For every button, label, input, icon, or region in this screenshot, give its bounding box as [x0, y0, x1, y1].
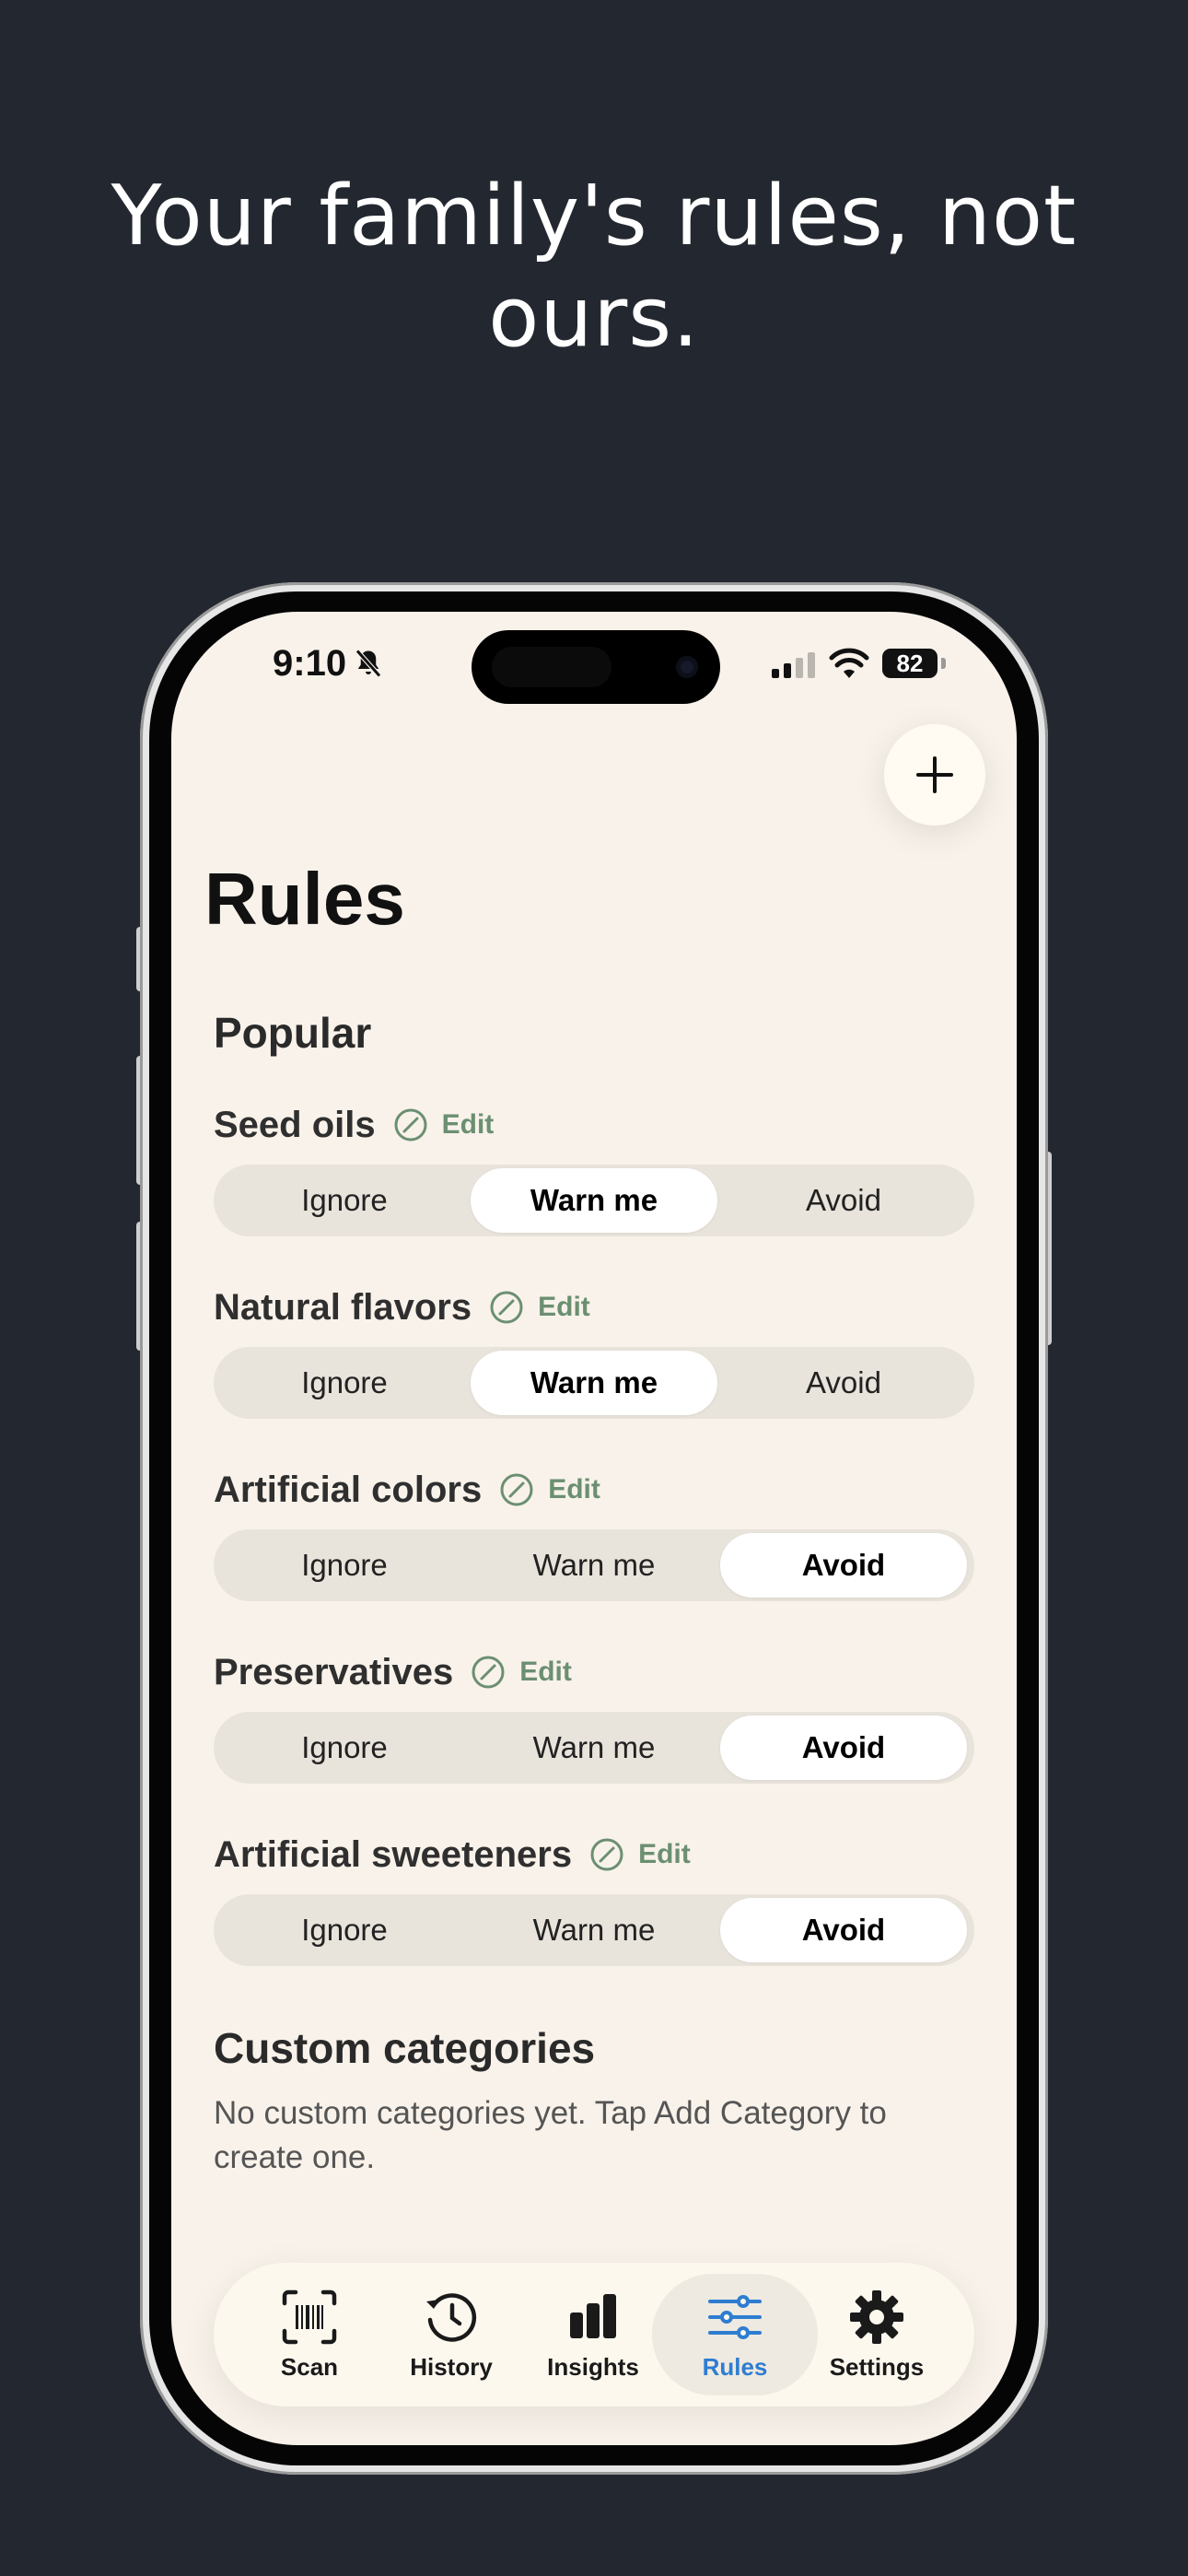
page-title: Rules — [204, 858, 405, 940]
cellular-signal-icon — [772, 652, 815, 678]
edit-icon[interactable] — [498, 1471, 535, 1508]
add-category-button[interactable] — [884, 724, 985, 825]
option-ignore[interactable]: Ignore — [221, 1533, 468, 1598]
option-avoid[interactable]: Avoid — [720, 1351, 967, 1415]
custom-section-title: Custom categories — [214, 2024, 596, 2072]
battery-indicator: 82 — [882, 649, 938, 678]
rule-header: Preservatives Edit — [214, 1649, 572, 1695]
popular-section-title: Popular — [214, 1009, 372, 1057]
tab-rules[interactable]: Rules — [652, 2274, 818, 2395]
option-ignore[interactable]: Ignore — [221, 1898, 468, 1962]
tab-settings-label: Settings — [829, 2352, 925, 2381]
option-warn-me[interactable]: Warn me — [471, 1898, 717, 1962]
edit-link[interactable]: Edit — [442, 1109, 495, 1141]
option-warn-me[interactable]: Warn me — [471, 1168, 717, 1233]
bell-muted-icon — [355, 649, 381, 678]
rule-segmented-control: Ignore Warn me Avoid — [214, 1347, 974, 1419]
edit-icon[interactable] — [470, 1654, 507, 1691]
phone-screen: 9:10 82 Rules Popular Seed oils Edit Ignor… — [171, 612, 1017, 2445]
status-time: 9:10 — [273, 643, 347, 684]
dynamic-island — [472, 630, 720, 704]
rule-segmented-control: Ignore Warn me Avoid — [214, 1165, 974, 1236]
edit-icon[interactable] — [392, 1107, 429, 1143]
bar-chart-icon — [570, 2293, 616, 2338]
tab-scan[interactable]: Scan — [227, 2274, 392, 2395]
rule-header: Seed oils Edit — [214, 1102, 494, 1148]
tab-scan-label: Scan — [280, 2352, 339, 2381]
plus-icon — [916, 756, 953, 793]
rule-header: Artificial sweeteners Edit — [214, 1832, 691, 1878]
tab-insights[interactable]: Insights — [510, 2274, 676, 2395]
edit-link[interactable]: Edit — [538, 1292, 590, 1323]
rule-name: Preservatives — [214, 1651, 454, 1692]
rule-header: Natural flavors Edit — [214, 1284, 590, 1330]
wifi-icon — [829, 648, 869, 678]
headline-line-2: ours. — [488, 269, 700, 366]
rule-name: Artificial colors — [214, 1469, 483, 1510]
tab-insights-label: Insights — [547, 2352, 639, 2381]
front-camera — [676, 656, 698, 678]
edit-icon[interactable] — [588, 1836, 625, 1873]
rule-segmented-control: Ignore Warn me Avoid — [214, 1712, 974, 1784]
option-warn-me[interactable]: Warn me — [471, 1351, 717, 1415]
tab-rules-label: Rules — [702, 2352, 768, 2381]
option-avoid[interactable]: Avoid — [720, 1715, 967, 1780]
option-ignore[interactable]: Ignore — [221, 1168, 468, 1233]
edit-link[interactable]: Edit — [548, 1474, 600, 1505]
headline: Your family's rules, not ours. — [0, 166, 1188, 369]
edit-link[interactable]: Edit — [519, 1657, 572, 1688]
rule-header: Artificial colors Edit — [214, 1467, 600, 1513]
battery-cap — [941, 658, 946, 669]
tab-bar: Scan History Insights Rules Settings — [214, 2263, 974, 2406]
option-avoid[interactable]: Avoid — [720, 1533, 967, 1598]
custom-empty-text: No custom categories yet. Tap Add Catego… — [214, 2095, 887, 2175]
sliders-icon — [708, 2294, 762, 2339]
option-ignore[interactable]: Ignore — [221, 1351, 468, 1415]
option-warn-me[interactable]: Warn me — [471, 1715, 717, 1780]
tab-history-label: History — [410, 2352, 493, 2381]
option-ignore[interactable]: Ignore — [221, 1715, 468, 1780]
island-sensor — [492, 647, 611, 687]
rule-name: Artificial sweeteners — [214, 1833, 573, 1875]
option-warn-me[interactable]: Warn me — [471, 1533, 717, 1598]
gear-icon — [850, 2289, 903, 2344]
edit-icon[interactable] — [488, 1289, 525, 1326]
tab-settings[interactable]: Settings — [794, 2274, 960, 2395]
rule-name: Seed oils — [214, 1104, 376, 1145]
barcode-scan-icon — [282, 2289, 337, 2344]
edit-link[interactable]: Edit — [638, 1839, 691, 1870]
rule-name: Natural flavors — [214, 1286, 472, 1328]
tab-history[interactable]: History — [368, 2274, 534, 2395]
headline-line-1: Your family's rules, not — [111, 168, 1077, 264]
history-clock-icon — [426, 2292, 477, 2342]
option-avoid[interactable]: Avoid — [720, 1168, 967, 1233]
rule-segmented-control: Ignore Warn me Avoid — [214, 1529, 974, 1601]
option-avoid[interactable]: Avoid — [720, 1898, 967, 1962]
rule-segmented-control: Ignore Warn me Avoid — [214, 1894, 974, 1966]
